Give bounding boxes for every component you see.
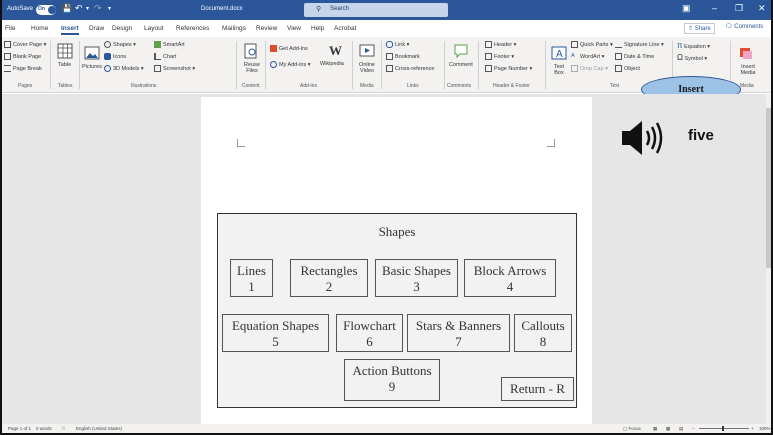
window-frame bbox=[0, 0, 773, 435]
